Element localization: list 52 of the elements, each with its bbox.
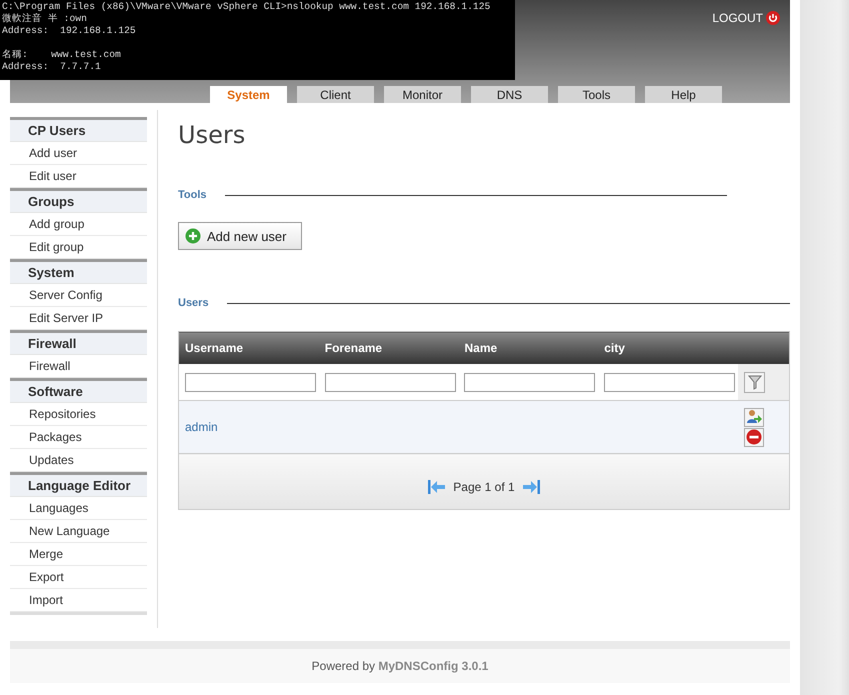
add-user-button[interactable]: Add new user	[178, 222, 302, 250]
section-legend: Tools	[178, 189, 207, 201]
sidebar-item[interactable]: Languages	[10, 497, 148, 520]
sidebar-item[interactable]: Export	[10, 566, 148, 589]
column-header: city	[598, 332, 738, 364]
logout-link[interactable]: LOGOUT	[712, 11, 780, 25]
sidebar-heading: Groups	[10, 188, 148, 213]
minus-icon	[746, 429, 762, 445]
edit-user-button[interactable]	[744, 408, 764, 426]
column-header: Forename	[318, 332, 458, 364]
delete-button[interactable]	[744, 428, 764, 446]
filter-field[interactable]	[604, 372, 736, 392]
sidebar-item[interactable]: Server Config	[10, 284, 148, 307]
sidebar-heading: Software	[10, 378, 148, 403]
sidebar-heading: CP Users	[10, 117, 148, 142]
console-line: C:\Program Files (x86)\VMware\VMware vSphere CLI>nslookup www.test.com 192.168.1.125	[2, 1, 492, 13]
sidebar-item[interactable]: Merge	[10, 543, 148, 566]
last-page-icon[interactable]	[522, 480, 540, 494]
sidebar-item[interactable]: Add user	[10, 142, 148, 165]
filter-button[interactable]	[744, 372, 765, 392]
page-indicator: Page 1 of 1	[453, 480, 515, 494]
console-line: Address: 7.7.7.1	[2, 61, 102, 73]
nav-tab[interactable]: Client	[297, 86, 374, 103]
footer-text: Powered by MyDNSConfig 3.0.1	[312, 659, 488, 673]
nav-tab[interactable]: Tools	[558, 86, 635, 103]
power-icon	[766, 11, 780, 25]
user-arrow-icon	[746, 409, 762, 425]
sidebar-heading: System	[10, 259, 148, 284]
filter-field[interactable]	[185, 372, 316, 392]
column-header: Name	[458, 332, 598, 364]
sidebar-item[interactable]: Packages	[10, 426, 148, 449]
plus-icon	[185, 228, 201, 244]
nav-tab[interactable]: Help	[645, 86, 722, 103]
sidebar-heading: Firewall	[10, 330, 148, 355]
sidebar-heading: Language Editor	[10, 472, 148, 497]
sidebar-item[interactable]: Add group	[10, 213, 148, 236]
sidebar-item[interactable]: Repositories	[10, 403, 148, 426]
filter-field[interactable]	[324, 372, 456, 392]
first-page-icon[interactable]	[428, 480, 446, 494]
nav-tab[interactable]: DNS	[471, 86, 548, 103]
nav-tab[interactable]: Monitor	[384, 86, 461, 103]
sidebar-item[interactable]: New Language	[10, 520, 148, 543]
filter-field[interactable]	[464, 372, 596, 392]
column-header: Username	[178, 332, 319, 364]
funnel-icon	[748, 374, 762, 390]
username-link[interactable]: admin	[185, 420, 218, 434]
sidebar-item[interactable]: Import	[10, 589, 148, 612]
console-line: 名稱: www.test.com	[2, 49, 122, 61]
console-line: Address: 192.168.1.125	[2, 25, 137, 37]
page-title: Users	[178, 121, 246, 149]
section-legend: Users	[178, 297, 209, 309]
console-line: 微軟注音 半 :own	[2, 13, 88, 25]
